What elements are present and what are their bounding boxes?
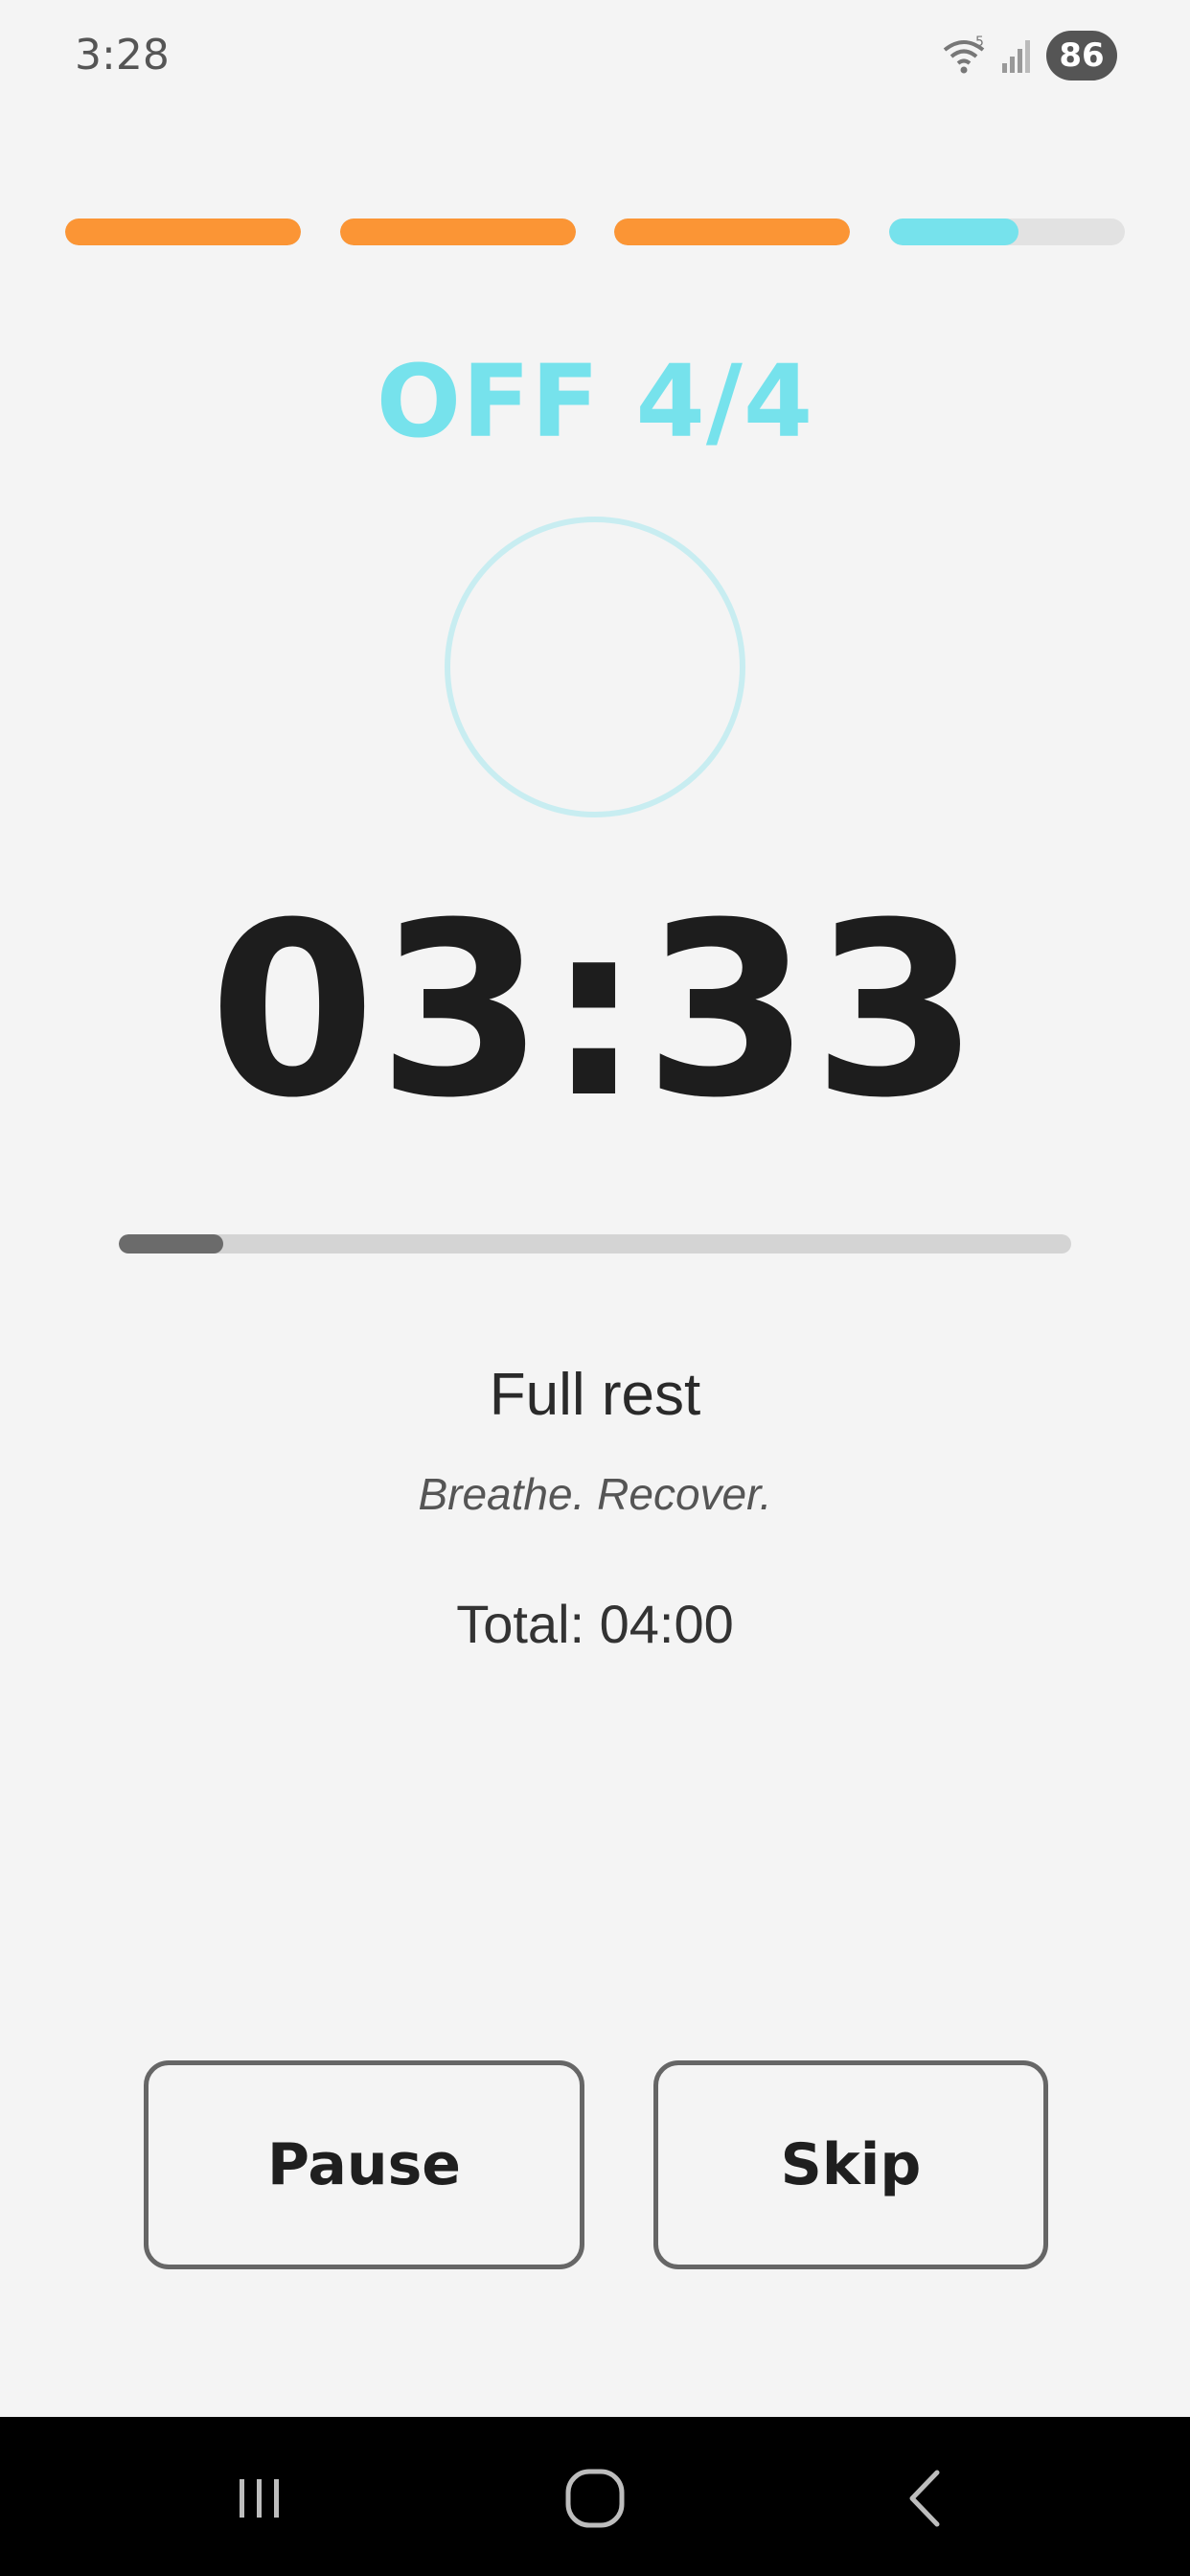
interval-segment-fill bbox=[614, 218, 851, 245]
step-name: Full rest bbox=[489, 1362, 701, 1428]
interval-segment-2 bbox=[339, 218, 576, 245]
battery-indicator: 86 bbox=[1046, 31, 1117, 80]
interval-segment-fill bbox=[888, 218, 1019, 245]
interval-segment-1 bbox=[65, 218, 301, 245]
interval-segment-3 bbox=[614, 218, 851, 245]
countdown-timer: 03:33 bbox=[209, 871, 981, 1150]
interval-segment-fill bbox=[65, 218, 301, 245]
home-icon[interactable] bbox=[552, 2455, 638, 2542]
breathing-ring bbox=[445, 517, 745, 817]
phase-label: OFF 4/4 bbox=[376, 343, 814, 460]
back-icon[interactable] bbox=[883, 2455, 970, 2542]
interval-segment-fill bbox=[339, 218, 576, 245]
status-icons: 5 86 bbox=[941, 31, 1117, 80]
pause-button[interactable]: Pause bbox=[144, 2060, 584, 2269]
interval-progress bbox=[65, 218, 1125, 245]
total-duration: Total: 04:00 bbox=[456, 1594, 734, 1654]
signal-icon bbox=[1002, 40, 1030, 73]
wifi-icon: 5 bbox=[943, 34, 985, 74]
interval-segment-4 bbox=[888, 218, 1125, 245]
skip-button[interactable]: Skip bbox=[653, 2060, 1048, 2269]
system-navigation-bar bbox=[0, 2417, 1190, 2576]
status-bar: 3:28 5 86 bbox=[0, 0, 1190, 115]
step-progress-fill bbox=[119, 1234, 224, 1254]
recent-apps-icon[interactable] bbox=[217, 2455, 303, 2542]
step-progress-bar bbox=[119, 1234, 1071, 1254]
status-time: 3:28 bbox=[75, 31, 170, 80]
step-hint: Breathe. Recover. bbox=[418, 1469, 772, 1519]
svg-text:5: 5 bbox=[975, 34, 984, 50]
